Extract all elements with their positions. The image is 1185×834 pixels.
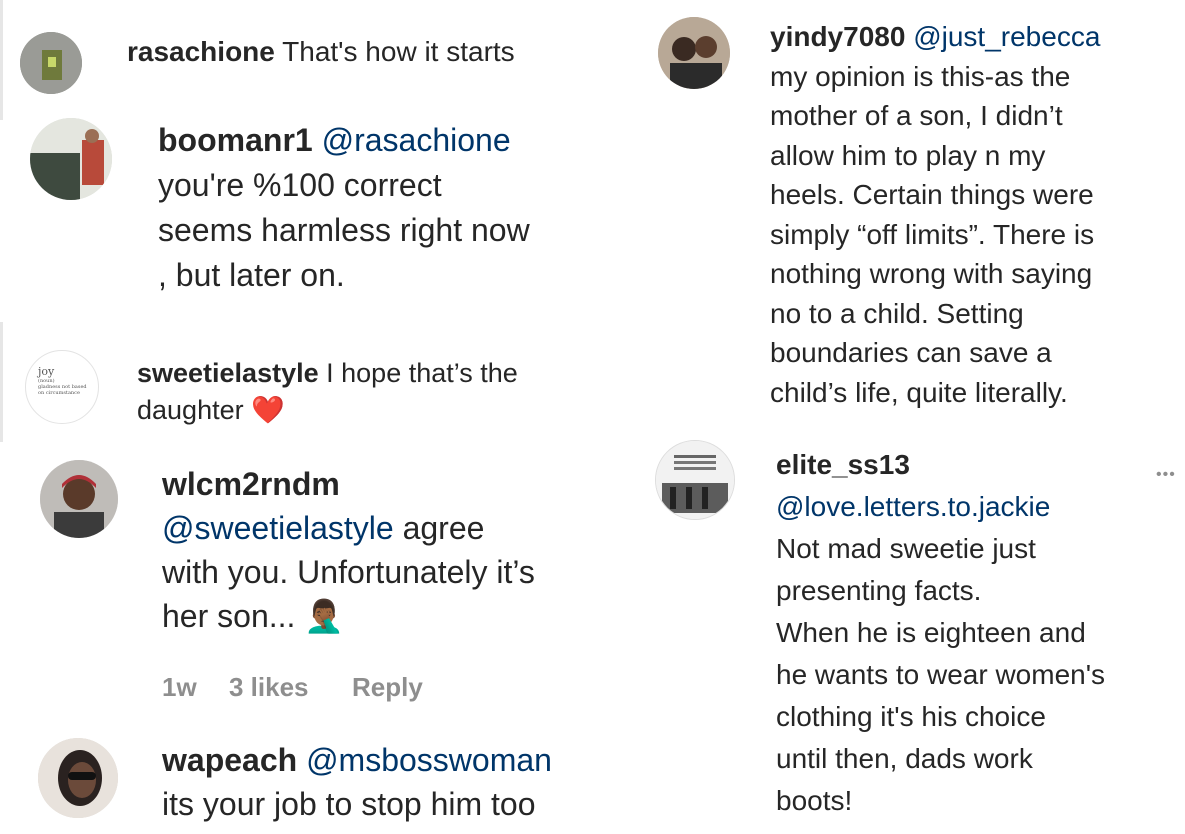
mention-link[interactable]: @love.letters.to.jackie — [776, 491, 1050, 522]
comment: yindy7080 @just_rebecca my opinion is th… — [770, 17, 1180, 412]
facepalm-emoji: 🤦🏾‍♂️ — [304, 598, 345, 634]
thread-divider — [0, 322, 3, 442]
more-options-button[interactable]: ••• — [1156, 466, 1176, 484]
avatar[interactable] — [30, 118, 112, 200]
comment-text: its your job to stop him too — [162, 786, 536, 822]
reply-button[interactable]: Reply — [352, 672, 423, 703]
comment: wapeach @msbosswoman its your job to sto… — [162, 738, 602, 826]
avatar[interactable] — [658, 17, 730, 89]
mention-link[interactable]: @msbosswoman — [306, 742, 552, 778]
comment-text: you're %100 correct seems harmless right… — [158, 167, 530, 293]
comment: rasachione That's how it starts — [127, 34, 587, 70]
comment: elite_ss13 @love.letters.to.jackie Not m… — [776, 444, 1180, 822]
avatar[interactable] — [20, 32, 82, 94]
username[interactable]: wlcm2rndm — [162, 466, 340, 502]
username[interactable]: yindy7080 — [770, 21, 905, 52]
avatar[interactable]: joy (noun) gladness not based on circums… — [25, 350, 99, 424]
avatar[interactable] — [40, 460, 118, 538]
avatar[interactable] — [655, 440, 735, 520]
comment: wlcm2rndm @sweetielastyle agree with you… — [162, 462, 602, 638]
avatar-text: joy (noun) gladness not based on circums… — [38, 365, 87, 396]
username[interactable]: wapeach — [162, 742, 297, 778]
comment-timestamp: 1w — [162, 672, 197, 702]
comment-text: That's how it starts — [282, 36, 515, 67]
username[interactable]: rasachione — [127, 36, 275, 67]
mention-link[interactable]: @rasachione — [322, 122, 511, 158]
username[interactable]: elite_ss13 — [776, 449, 910, 480]
mention-link[interactable]: @sweetielastyle — [162, 510, 394, 546]
username[interactable]: sweetielastyle — [137, 358, 319, 388]
mention-link[interactable]: @just_rebecca — [913, 21, 1100, 52]
avatar[interactable] — [38, 738, 118, 818]
comment: boomanr1 @rasachione you're %100 correct… — [158, 118, 598, 298]
comment-text: Not mad sweetie just presenting facts. W… — [776, 533, 1106, 816]
username[interactable]: boomanr1 — [158, 122, 313, 158]
thread-divider — [0, 0, 3, 120]
heart-emoji: ❤️ — [251, 395, 285, 425]
likes-count[interactable]: 3 likes — [229, 672, 309, 703]
comment-text: my opinion is this-as the mother of a so… — [770, 60, 1095, 408]
comment: sweetielastyle I hope that’s the daughte… — [137, 355, 577, 429]
